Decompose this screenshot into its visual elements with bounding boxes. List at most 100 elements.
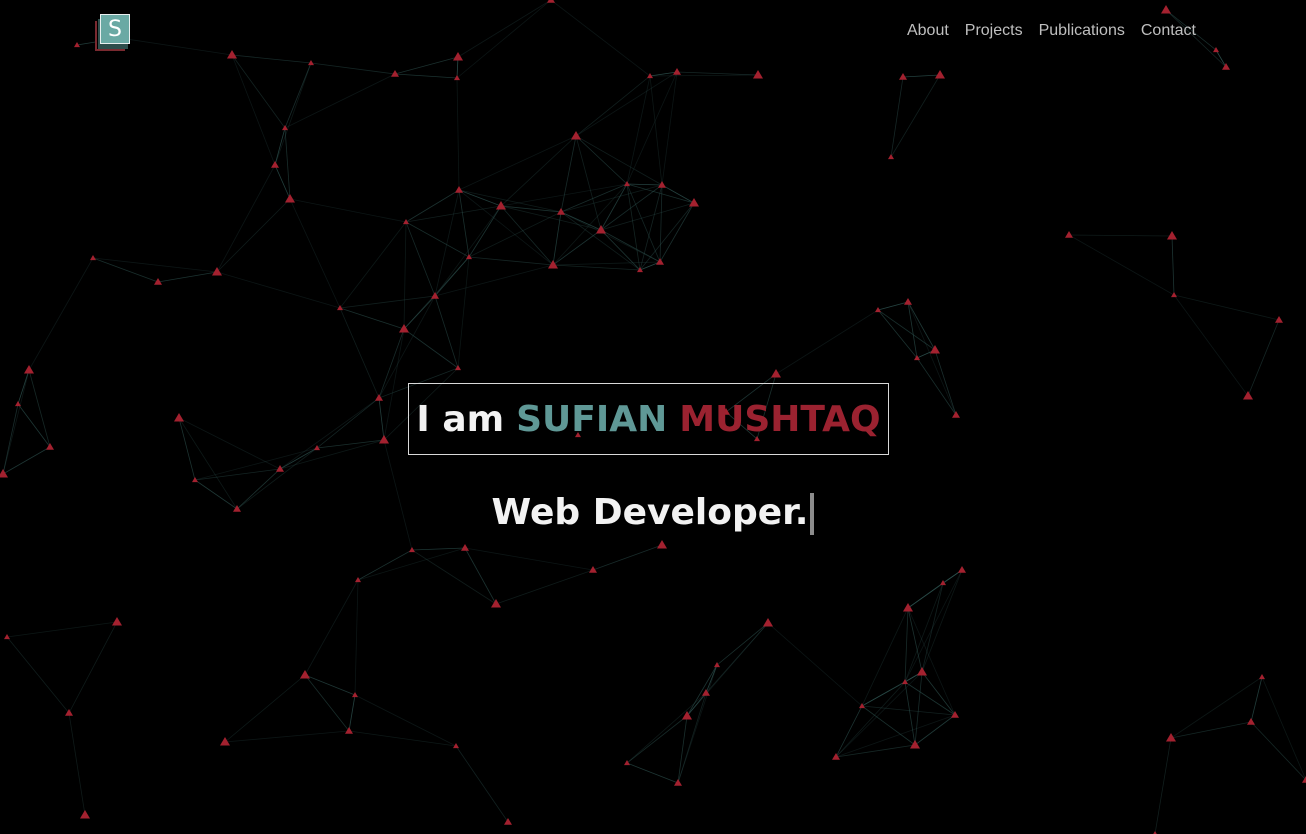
network-node: [935, 70, 945, 79]
network-link: [339, 307, 405, 330]
network-link: [560, 211, 641, 271]
nav-link-about[interactable]: About: [907, 22, 949, 40]
network-link: [877, 309, 936, 351]
network-link: [1171, 235, 1175, 296]
network-node: [657, 540, 667, 549]
network-node: [1259, 674, 1265, 680]
network-link: [289, 198, 407, 223]
network-node: [1302, 776, 1306, 783]
network-node: [220, 737, 230, 746]
network-node: [930, 345, 940, 354]
network-link: [677, 692, 707, 784]
network-link: [68, 621, 118, 714]
nav-link-publications[interactable]: Publications: [1039, 22, 1125, 40]
network-link: [458, 189, 470, 258]
network-link: [904, 681, 916, 746]
hero-prefix: I am: [416, 398, 505, 440]
network-link: [861, 607, 909, 707]
network-link: [457, 256, 470, 369]
network-link: [560, 183, 628, 213]
network-node: [455, 186, 463, 193]
network-node: [1213, 47, 1219, 53]
network-link: [216, 271, 341, 309]
network-link: [495, 569, 594, 605]
network-link: [274, 127, 286, 166]
network-node: [1161, 5, 1171, 14]
network-node: [674, 779, 682, 786]
network-node: [753, 70, 763, 79]
network-link: [676, 71, 759, 76]
network-link: [339, 221, 407, 309]
network-node: [658, 181, 666, 188]
network-link: [626, 762, 679, 784]
network-link: [904, 607, 909, 683]
network-link: [877, 301, 909, 311]
network-link: [457, 0, 552, 58]
network-link: [289, 198, 341, 309]
network-link: [686, 664, 718, 717]
network-link: [68, 712, 86, 816]
network-link: [686, 692, 707, 717]
network-node: [1171, 292, 1177, 298]
network-link: [411, 547, 466, 551]
network-link: [835, 681, 906, 758]
network-link: [552, 264, 641, 271]
network-link: [560, 211, 661, 263]
network-node: [90, 255, 96, 261]
network-link: [575, 71, 678, 137]
network-link: [626, 183, 663, 186]
network-link: [339, 307, 380, 399]
network-link: [1068, 234, 1175, 296]
network-link: [639, 202, 695, 271]
network-link: [178, 417, 281, 470]
nav-link-projects[interactable]: Projects: [965, 22, 1023, 40]
network-link: [716, 622, 769, 666]
network-node: [174, 413, 184, 422]
network-link: [552, 229, 602, 266]
network-link: [339, 295, 436, 309]
network-link: [661, 184, 695, 204]
network-link: [1250, 676, 1263, 723]
network-link: [405, 221, 470, 258]
network-link: [861, 705, 916, 746]
network-link: [550, 0, 651, 77]
network-node: [15, 401, 21, 407]
network-link: [178, 417, 196, 481]
network-node: [453, 52, 463, 61]
network-node: [673, 68, 681, 75]
network-link: [767, 622, 863, 707]
network-link: [626, 183, 661, 263]
hero-last-name: MUSHTAQ: [679, 398, 881, 440]
network-link: [600, 184, 663, 231]
network-link: [934, 349, 957, 416]
network-link: [434, 295, 459, 369]
network-link: [1247, 319, 1280, 397]
network-node: [917, 667, 927, 676]
network-link: [6, 636, 70, 714]
network-link: [357, 549, 413, 581]
network-node: [899, 73, 907, 80]
network-link: [775, 309, 879, 375]
hero-name-box: I am SUFIAN MUSHTAQ: [408, 383, 889, 455]
network-link: [686, 622, 769, 717]
network-link: [626, 692, 707, 764]
page: S About Projects Publications Contact I …: [0, 0, 1306, 834]
network-link: [348, 694, 356, 732]
network-node: [455, 365, 461, 371]
network-node: [46, 443, 54, 450]
network-node: [80, 810, 90, 819]
nav-link-contact[interactable]: Contact: [1141, 22, 1196, 40]
network-link: [316, 397, 380, 449]
network-link: [600, 229, 641, 271]
network-link: [2, 403, 19, 475]
network-link: [659, 184, 663, 263]
network-link: [354, 694, 457, 747]
network-link: [902, 74, 941, 78]
network-link: [394, 73, 458, 79]
network-link: [279, 447, 318, 470]
network-link: [1250, 721, 1306, 781]
site-logo[interactable]: S: [95, 13, 137, 53]
network-link: [231, 54, 312, 64]
network-link: [231, 54, 276, 166]
network-link: [224, 674, 306, 743]
